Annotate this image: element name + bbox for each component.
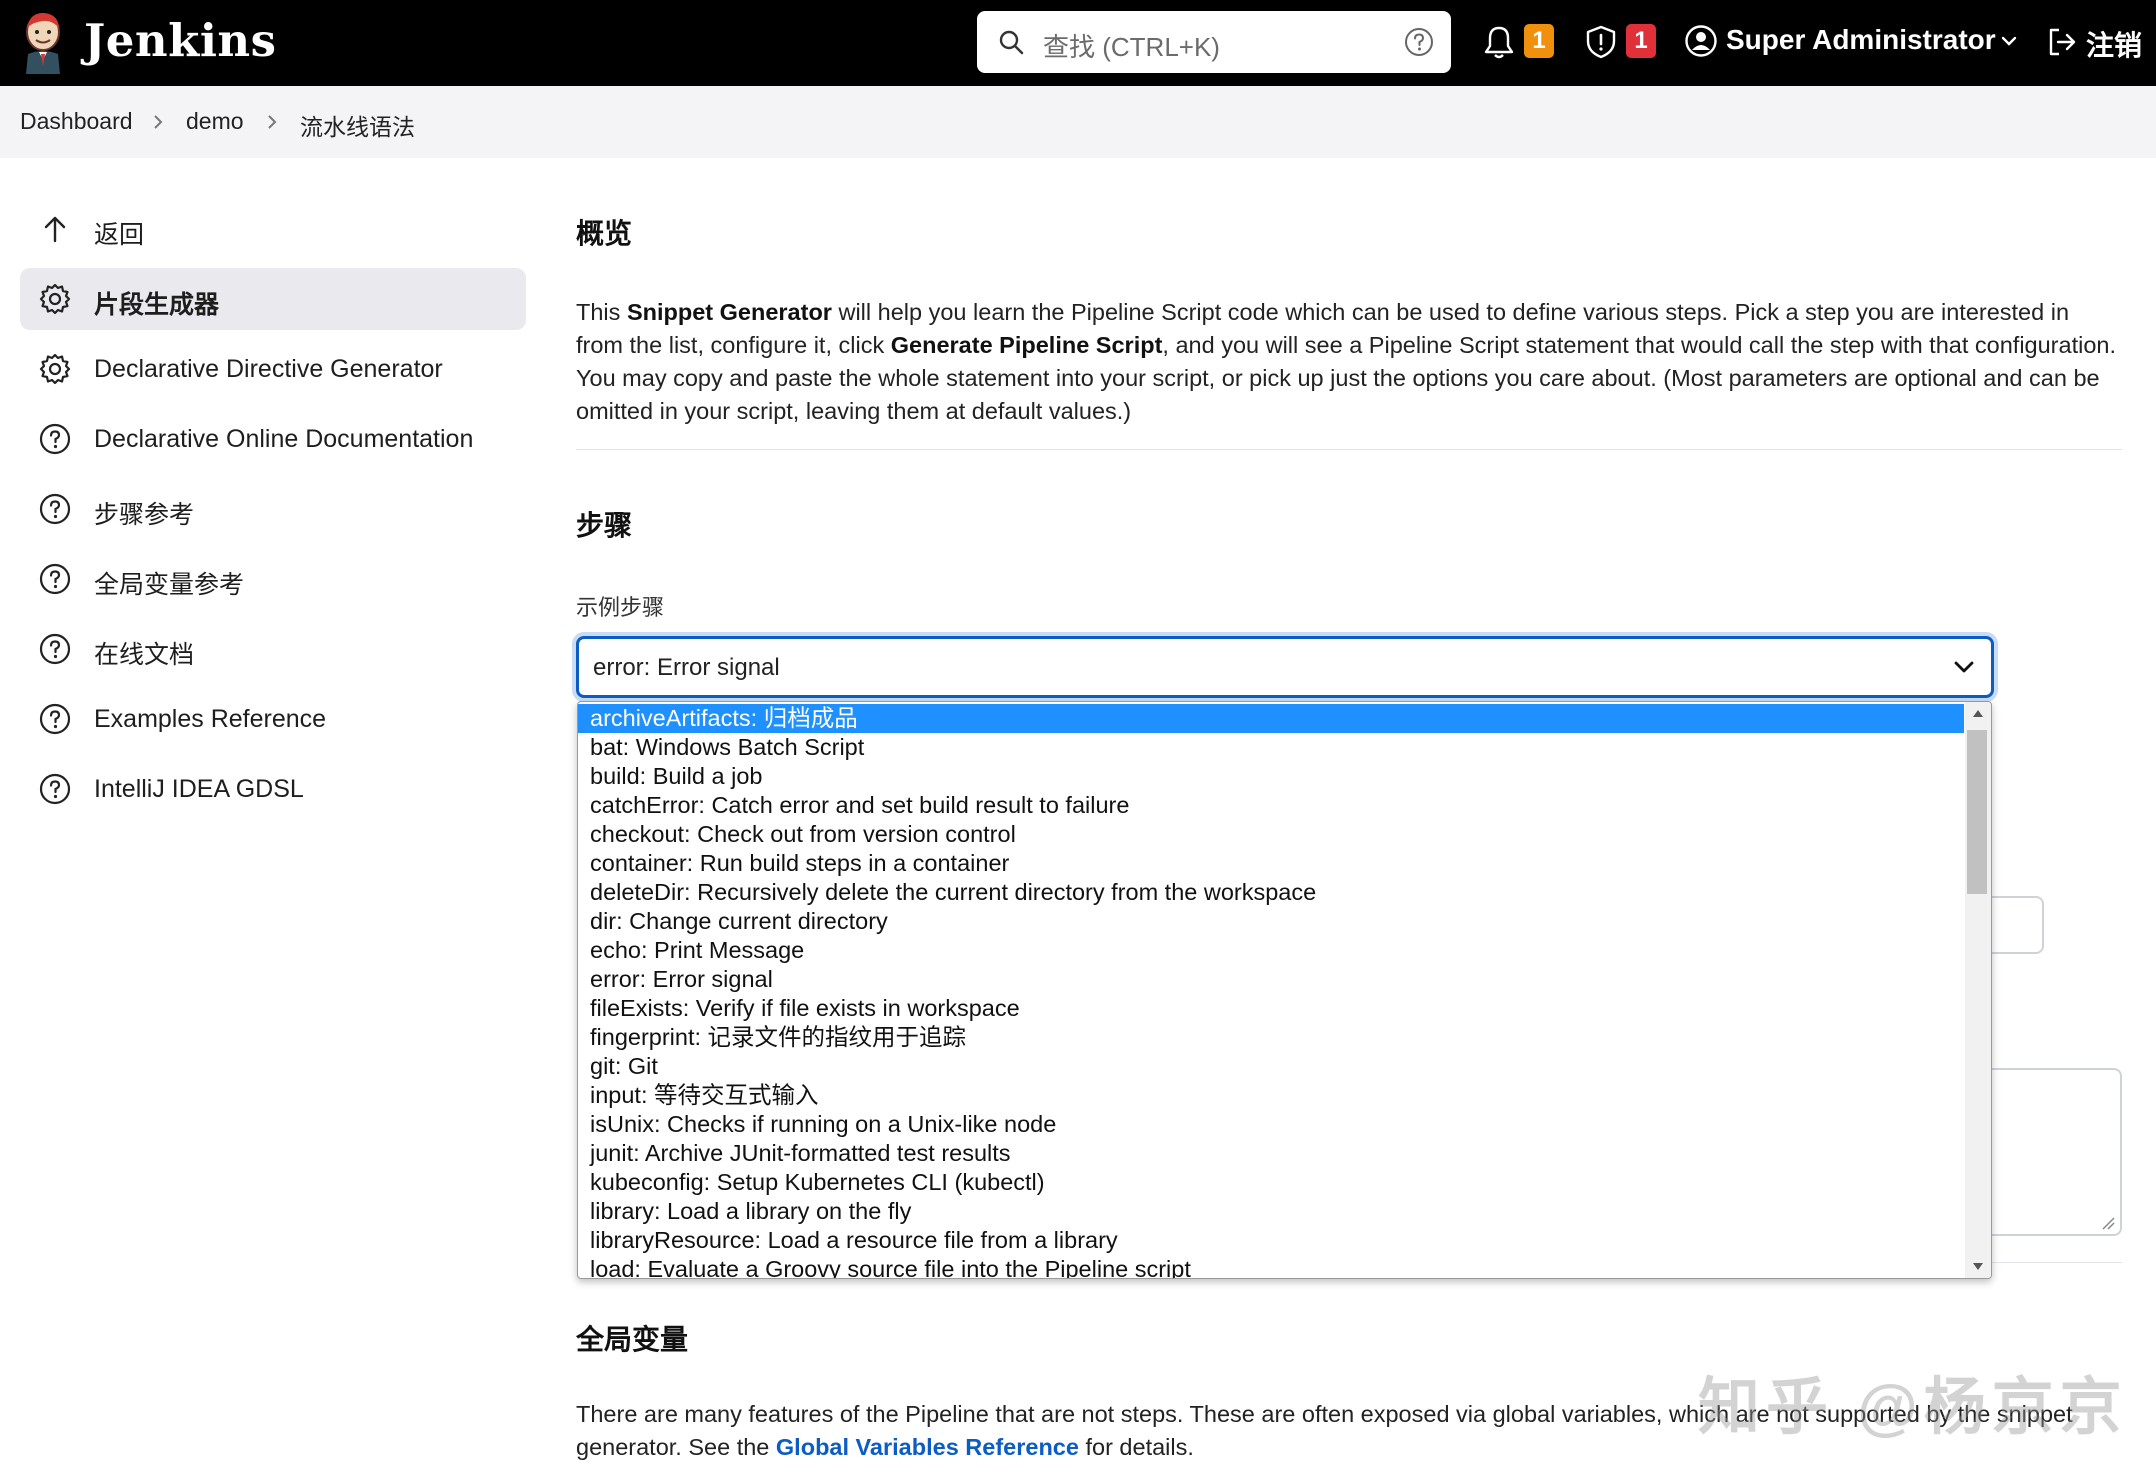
overview-title: 概览 (576, 218, 633, 249)
logout-icon[interactable] (2046, 26, 2078, 58)
brand-name[interactable]: Jenkins (84, 14, 276, 67)
sidebar-item-label: 全局变量参考 (94, 571, 245, 599)
step-option[interactable]: bat: Windows Batch Script (578, 733, 1964, 762)
sample-step-select[interactable]: error: Error signal (576, 636, 1994, 698)
sidebar-item-back[interactable]: 返回 (20, 198, 526, 260)
step-option[interactable]: echo: Print Message (578, 936, 1964, 965)
gear-icon (39, 353, 71, 385)
sample-step-label: 示例步骤 (576, 595, 665, 620)
breadcrumb: Dashboard demo 流水线语法 (0, 86, 2156, 158)
section-divider (576, 449, 2122, 450)
help-circle-icon (39, 423, 71, 455)
sidebar-item-step-reference[interactable]: 步骤参考 (20, 478, 526, 540)
step-option[interactable]: libraryResource: Load a resource file fr… (578, 1226, 1964, 1255)
sidebar-item-label: Examples Reference (94, 705, 327, 733)
chevron-down-icon (1954, 661, 1974, 673)
scroll-thumb[interactable] (1967, 730, 1987, 894)
step-option[interactable]: kubeconfig: Setup Kubernetes CLI (kubect… (578, 1168, 1964, 1197)
overview-description: This Snippet Generator will help you lea… (576, 299, 2116, 424)
sidebar-item-label: Declarative Online Documentation (94, 425, 474, 453)
watermark: 知乎 @杨京京 (1698, 1373, 2128, 1442)
breadcrumb-item-dashboard[interactable]: Dashboard (20, 108, 133, 135)
step-option[interactable]: error: Error signal (578, 965, 1964, 994)
logout-link[interactable]: 注销 (2086, 24, 2142, 64)
generated-script-textarea[interactable] (1980, 1068, 2122, 1236)
step-option[interactable]: container: Run build steps in a containe… (578, 849, 1964, 878)
chevron-down-icon[interactable] (2000, 34, 2018, 48)
bell-icon[interactable] (1482, 24, 1516, 60)
help-circle-icon (39, 773, 71, 805)
search-icon (999, 30, 1024, 55)
sidebar-item-snippet-generator[interactable]: 片段生成器 (20, 268, 526, 330)
jenkins-logo[interactable] (18, 10, 68, 74)
sidebar-item-label: 在线文档 (94, 641, 195, 669)
top-header: Jenkins 查找 (CTRL+K) 1 1 Super Administra… (0, 0, 2156, 86)
notification-badge[interactable]: 1 (1524, 24, 1554, 58)
user-menu[interactable]: Super Administrator (1726, 24, 1996, 56)
step-option[interactable]: build: Build a job (578, 762, 1964, 791)
step-option[interactable]: junit: Archive JUnit-formatted test resu… (578, 1139, 1964, 1168)
sidebar-item-directive-generator[interactable]: Declarative Directive Generator (20, 338, 526, 400)
step-option[interactable]: archiveArtifacts: 归档成品 (578, 704, 1964, 733)
sidebar-item-global-vars[interactable]: 全局变量参考 (20, 548, 526, 610)
step-option[interactable]: catchError: Catch error and set build re… (578, 791, 1964, 820)
security-badge[interactable]: 1 (1626, 24, 1656, 58)
sidebar-item-label: Declarative Directive Generator (94, 355, 443, 383)
search-input[interactable]: 查找 (CTRL+K) (1043, 27, 1220, 64)
step-options-list[interactable]: load: Evaluate a Groovy source file into… (577, 701, 1992, 1279)
sidebar-item-declarative-docs[interactable]: Declarative Online Documentation (20, 408, 526, 470)
selected-step-value: error: Error signal (593, 654, 780, 681)
step-option[interactable]: dir: Change current directory (578, 907, 1964, 936)
dropdown-scrollbar[interactable] (1965, 702, 1991, 1278)
scroll-down-arrow-icon[interactable] (1972, 1262, 1984, 1272)
breadcrumb-item-demo[interactable]: demo (186, 108, 244, 135)
chevron-right-icon (154, 115, 163, 129)
step-option[interactable]: fileExists: Verify if file exists in wor… (578, 994, 1964, 1023)
breadcrumb-item-pipeline-syntax[interactable]: 流水线语法 (300, 108, 415, 142)
sidebar-item-label: 片段生成器 (94, 291, 220, 319)
global-variables-title: 全局变量 (576, 1324, 689, 1355)
step-option[interactable]: git: Git (578, 1052, 1964, 1081)
step-option[interactable]: input: 等待交互式输入 (578, 1081, 1964, 1110)
user-avatar-icon[interactable] (1684, 24, 1718, 58)
step-option[interactable]: library: Load a library on the fly (578, 1197, 1964, 1226)
step-option[interactable]: load: Evaluate a Groovy source file into… (578, 1255, 1964, 1278)
sidebar-item-label: IntelliJ IDEA GDSL (94, 775, 304, 803)
steps-title: 步骤 (576, 510, 633, 541)
step-option[interactable]: fingerprint: 记录文件的指纹用于追踪 (578, 1023, 1964, 1052)
gear-icon (39, 283, 71, 315)
sidebar-item-intellij-gdsl[interactable]: IntelliJ IDEA GDSL (20, 758, 526, 820)
step-option[interactable]: checkout: Check out from version control (578, 820, 1964, 849)
sidebar-item-online-docs[interactable]: 在线文档 (20, 618, 526, 680)
resize-grip-icon[interactable] (2100, 1216, 2116, 1230)
help-circle-icon[interactable] (1403, 26, 1435, 58)
step-option[interactable]: deleteDir: Recursively delete the curren… (578, 878, 1964, 907)
help-circle-icon (39, 563, 71, 595)
sidebar-item-label: 返回 (94, 221, 145, 249)
global-variables-reference-link[interactable]: Global Variables Reference (776, 1434, 1079, 1460)
help-circle-icon (39, 633, 71, 665)
help-circle-icon (39, 493, 71, 525)
scroll-up-arrow-icon[interactable] (1972, 708, 1984, 718)
shield-icon[interactable] (1584, 24, 1618, 60)
arrow-up-icon (44, 216, 66, 243)
chevron-right-icon (268, 115, 277, 129)
help-circle-icon (39, 703, 71, 735)
search-box[interactable]: 查找 (CTRL+K) (977, 11, 1451, 73)
sidebar-item-label: 步骤参考 (94, 501, 195, 529)
sidebar-item-examples-reference[interactable]: Examples Reference (20, 688, 526, 750)
section-divider (1980, 1262, 2122, 1263)
step-option[interactable]: isUnix: Checks if running on a Unix-like… (578, 1110, 1964, 1139)
